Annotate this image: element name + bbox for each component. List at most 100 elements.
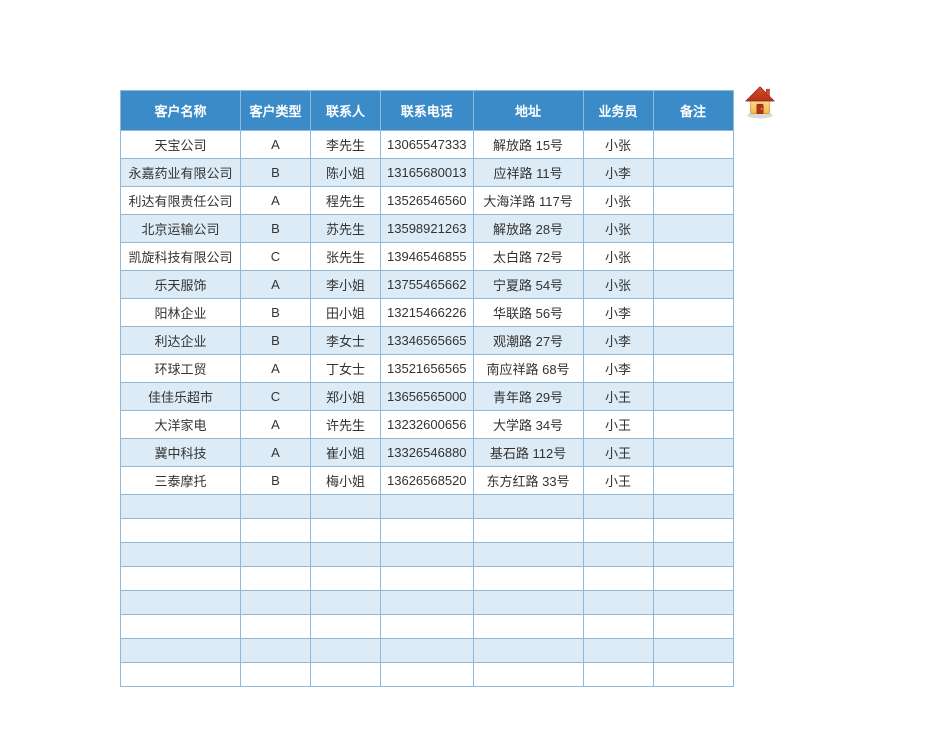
cell-customer_name: 天宝公司 (121, 131, 241, 159)
table-row-empty (121, 519, 734, 543)
cell-empty (653, 639, 733, 663)
header-sales: 业务员 (583, 91, 653, 131)
cell-empty (583, 591, 653, 615)
table-row: 天宝公司A李先生13065547333解放路 15号小张 (121, 131, 734, 159)
cell-address: 华联路 56号 (473, 299, 583, 327)
cell-phone: 13326546880 (381, 439, 474, 467)
cell-address: 基石路 112号 (473, 439, 583, 467)
cell-address: 大海洋路 117号 (473, 187, 583, 215)
cell-empty (473, 543, 583, 567)
customer-table: 客户名称 客户类型 联系人 联系电话 地址 业务员 备注 天宝公司A李先生130… (120, 90, 734, 687)
cell-empty (381, 495, 474, 519)
cell-empty (121, 495, 241, 519)
cell-address: 解放路 28号 (473, 215, 583, 243)
cell-contact: 陈小姐 (311, 159, 381, 187)
cell-customer_type: B (241, 467, 311, 495)
cell-phone: 13656565000 (381, 383, 474, 411)
header-phone: 联系电话 (381, 91, 474, 131)
cell-phone: 13521656565 (381, 355, 474, 383)
cell-empty (241, 567, 311, 591)
cell-empty (121, 567, 241, 591)
cell-remark (653, 467, 733, 495)
cell-customer_name: 利达企业 (121, 327, 241, 355)
cell-phone: 13232600656 (381, 411, 474, 439)
cell-customer_type: A (241, 439, 311, 467)
table-row: 佳佳乐超市C郑小姐13656565000青年路 29号小王 (121, 383, 734, 411)
table-header-row: 客户名称 客户类型 联系人 联系电话 地址 业务员 备注 (121, 91, 734, 131)
cell-empty (241, 591, 311, 615)
cell-address: 宁夏路 54号 (473, 271, 583, 299)
cell-customer_type: C (241, 243, 311, 271)
cell-empty (381, 519, 474, 543)
cell-empty (311, 615, 381, 639)
cell-customer_type: A (241, 355, 311, 383)
cell-contact: 崔小姐 (311, 439, 381, 467)
cell-empty (473, 615, 583, 639)
cell-address: 东方红路 33号 (473, 467, 583, 495)
cell-phone: 13598921263 (381, 215, 474, 243)
cell-customer_type: B (241, 159, 311, 187)
cell-customer_name: 利达有限责任公司 (121, 187, 241, 215)
home-icon[interactable] (741, 82, 779, 120)
cell-remark (653, 355, 733, 383)
cell-empty (241, 495, 311, 519)
header-remark: 备注 (653, 91, 733, 131)
cell-sales: 小李 (583, 159, 653, 187)
cell-address: 南应祥路 68号 (473, 355, 583, 383)
cell-phone: 13215466226 (381, 299, 474, 327)
cell-sales: 小张 (583, 131, 653, 159)
cell-remark (653, 383, 733, 411)
cell-empty (653, 615, 733, 639)
cell-customer_name: 乐天服饰 (121, 271, 241, 299)
cell-empty (583, 663, 653, 687)
cell-sales: 小张 (583, 187, 653, 215)
cell-contact: 郑小姐 (311, 383, 381, 411)
cell-empty (121, 591, 241, 615)
cell-empty (583, 495, 653, 519)
cell-phone: 13626568520 (381, 467, 474, 495)
cell-empty (583, 543, 653, 567)
cell-empty (381, 663, 474, 687)
cell-phone: 13526546560 (381, 187, 474, 215)
cell-empty (473, 519, 583, 543)
cell-address: 大学路 34号 (473, 411, 583, 439)
cell-contact: 梅小姐 (311, 467, 381, 495)
cell-empty (381, 639, 474, 663)
cell-empty (583, 639, 653, 663)
table-row: 环球工贸A丁女士13521656565南应祥路 68号小李 (121, 355, 734, 383)
cell-customer_type: A (241, 187, 311, 215)
cell-empty (121, 615, 241, 639)
cell-customer_type: A (241, 411, 311, 439)
cell-sales: 小王 (583, 439, 653, 467)
table-row: 北京运输公司B苏先生13598921263解放路 28号小张 (121, 215, 734, 243)
cell-contact: 许先生 (311, 411, 381, 439)
cell-address: 青年路 29号 (473, 383, 583, 411)
cell-empty (473, 567, 583, 591)
table-row: 乐天服饰A李小姐13755465662宁夏路 54号小张 (121, 271, 734, 299)
header-address: 地址 (473, 91, 583, 131)
cell-customer_name: 阳林企业 (121, 299, 241, 327)
cell-remark (653, 271, 733, 299)
cell-empty (381, 543, 474, 567)
cell-empty (473, 639, 583, 663)
cell-empty (653, 495, 733, 519)
table-row: 阳林企业B田小姐13215466226华联路 56号小李 (121, 299, 734, 327)
table-row: 冀中科技A崔小姐13326546880基石路 112号小王 (121, 439, 734, 467)
cell-customer_type: A (241, 131, 311, 159)
cell-remark (653, 215, 733, 243)
cell-phone: 13946546855 (381, 243, 474, 271)
cell-sales: 小李 (583, 327, 653, 355)
cell-phone: 13065547333 (381, 131, 474, 159)
table-row-empty (121, 591, 734, 615)
cell-sales: 小张 (583, 271, 653, 299)
cell-customer_type: A (241, 271, 311, 299)
cell-customer_type: C (241, 383, 311, 411)
cell-empty (653, 543, 733, 567)
cell-empty (653, 519, 733, 543)
cell-empty (381, 615, 474, 639)
cell-sales: 小张 (583, 215, 653, 243)
cell-contact: 李小姐 (311, 271, 381, 299)
cell-contact: 张先生 (311, 243, 381, 271)
cell-empty (583, 615, 653, 639)
cell-remark (653, 159, 733, 187)
